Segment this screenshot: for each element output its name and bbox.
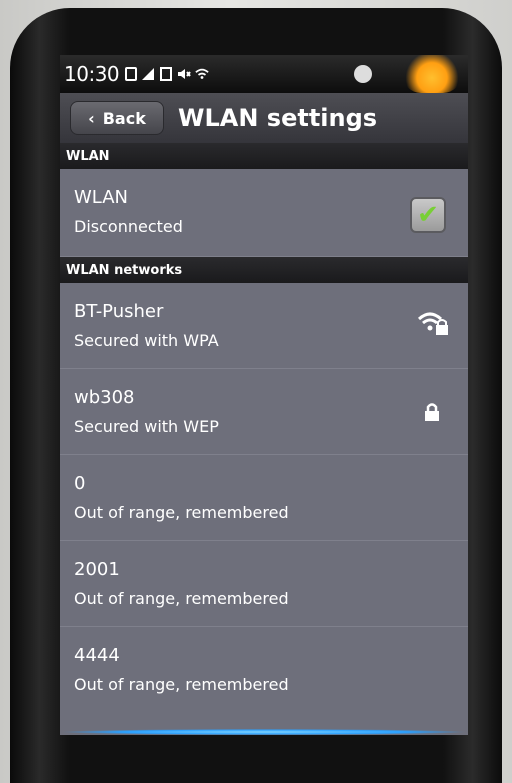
status-time: 10:30	[64, 62, 120, 86]
section-header-wlan: WLAN	[60, 143, 468, 169]
wlan-toggle-title: WLAN	[74, 187, 129, 208]
status-icons	[125, 67, 213, 81]
status-right	[354, 55, 462, 93]
checkmark-icon: ✔	[417, 200, 439, 230]
notification-dot-icon	[354, 65, 372, 83]
network-item[interactable]: wb308 Secured with WEP	[60, 369, 468, 455]
screen: 10:30 ‹ Back WLAN settings WLAN WLAN Dis…	[60, 55, 468, 735]
network-item[interactable]: 4444 Out of range, remembered	[60, 627, 468, 713]
network-status: Out of range, remembered	[74, 589, 289, 608]
mute-icon	[178, 69, 191, 79]
battery-icon	[125, 67, 138, 81]
status-bar: 10:30	[60, 55, 468, 93]
section-header-networks: WLAN networks	[60, 257, 468, 283]
signal-icon	[142, 68, 155, 80]
page-title: WLAN settings	[178, 104, 378, 132]
network-item[interactable]: BT-Pusher Secured with WPA	[60, 283, 468, 369]
wlan-toggle-row[interactable]: WLAN Disconnected ✔	[60, 169, 468, 257]
network-status: Secured with WEP	[74, 417, 219, 436]
sim-icon	[160, 67, 173, 81]
network-item[interactable]: 0 Out of range, remembered	[60, 455, 468, 541]
back-arrow-icon: ‹	[88, 108, 95, 128]
network-name: BT-Pusher	[74, 301, 164, 322]
wlan-checkbox[interactable]: ✔	[410, 197, 446, 233]
wifi-lock-icon	[417, 312, 448, 335]
back-button-label: Back	[102, 108, 146, 128]
network-name: 4444	[74, 645, 120, 666]
title-bar: ‹ Back WLAN settings	[60, 93, 468, 143]
back-button[interactable]: ‹ Back	[70, 101, 164, 135]
network-status: Out of range, remembered	[74, 675, 289, 694]
wifi-icon	[195, 68, 209, 79]
camera-glare	[402, 55, 462, 93]
screen-bottom-glow	[60, 729, 468, 735]
wlan-toggle-status: Disconnected	[74, 217, 183, 236]
network-item[interactable]: 2001 Out of range, remembered	[60, 541, 468, 627]
network-name: wb308	[74, 387, 135, 408]
lock-icon	[425, 403, 439, 421]
network-status: Secured with WPA	[74, 331, 219, 350]
network-status: Out of range, remembered	[74, 503, 289, 522]
network-name: 0	[74, 473, 86, 494]
network-name: 2001	[74, 559, 120, 580]
